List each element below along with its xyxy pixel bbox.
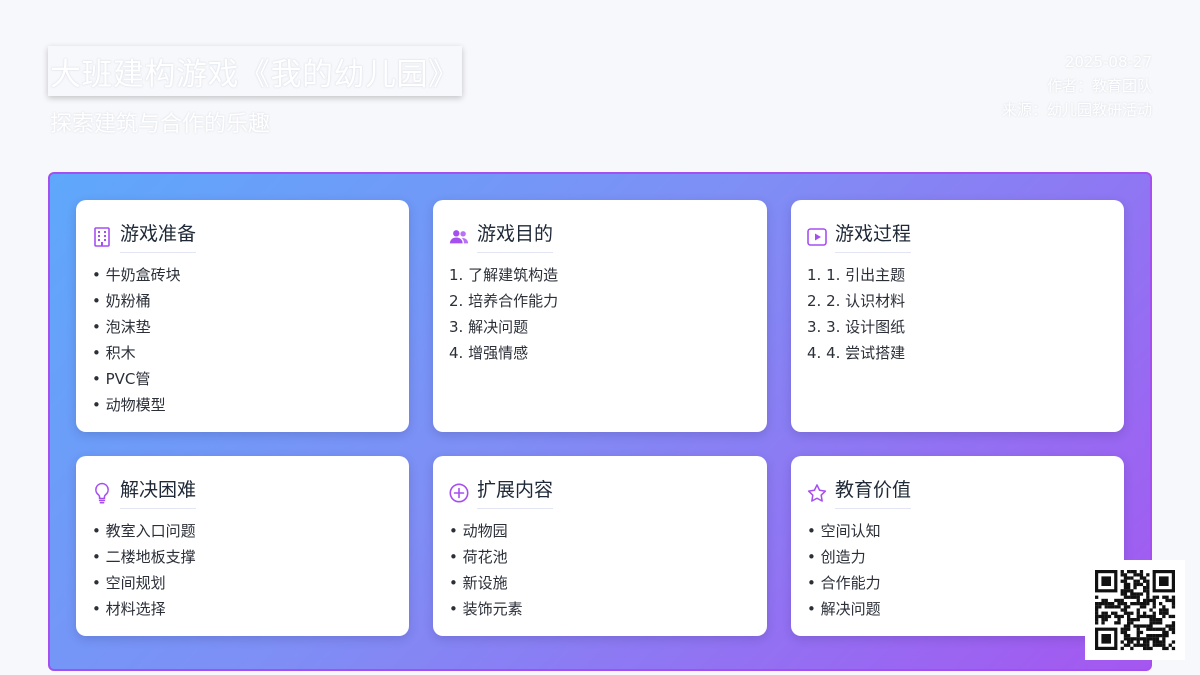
meta-author: 作者：教育团队 xyxy=(1046,77,1152,95)
card-extensions: 扩展内容 • 动物园 • 荷花池 • 新设施 • 装饰元素 xyxy=(433,456,767,636)
item-list: • 动物园 • 荷花池 • 新设施 • 装饰元素 xyxy=(449,518,751,622)
item-list: • 牛奶盒砖块 • 奶粉桶 • 泡沫垫 • 积木 • PVC管 • 动物模型 xyxy=(92,262,393,418)
card-value: 教育价值 • 空间认知 • 创造力 • 合作能力 • 解决问题 xyxy=(791,456,1124,636)
meta-source: 来源：幼儿园教研活动 xyxy=(1001,101,1152,119)
list-item: 3. 解决问题 xyxy=(449,318,529,336)
building-icon xyxy=(92,227,112,247)
list-item: 3. 3. 设计图纸 xyxy=(807,318,906,336)
card-title: 扩展内容 xyxy=(477,475,554,509)
play-icon xyxy=(807,227,827,247)
list-item: 1. 了解建筑构造 xyxy=(449,266,559,284)
list-item: • 动物园 xyxy=(449,522,508,540)
item-list: 1. 了解建筑构造 2. 培养合作能力 3. 解决问题 4. 增强情感 xyxy=(449,262,751,366)
item-list: 1. 1. 引出主题 2. 2. 认识材料 3. 3. 设计图纸 4. 4. 尝… xyxy=(807,262,1108,366)
list-item: • 二楼地板支撑 xyxy=(92,548,196,566)
list-item: • 泡沫垫 xyxy=(92,318,151,336)
lightbulb-icon xyxy=(92,482,112,504)
list-item: • PVC管 xyxy=(92,370,151,388)
list-item: 4. 增强情感 xyxy=(449,344,529,362)
list-item: • 创造力 xyxy=(807,548,866,566)
list-item: • 动物模型 xyxy=(92,396,166,414)
users-icon xyxy=(449,227,469,247)
item-list: • 教室入口问题 • 二楼地板支撑 • 空间规划 • 材料选择 xyxy=(92,518,393,622)
list-item: • 新设施 xyxy=(449,574,508,592)
card-title: 游戏过程 xyxy=(835,219,912,253)
list-item: • 积木 xyxy=(92,344,136,362)
slide: 大班建构游戏《我的幼儿园》 探索建筑与合作的乐趣 2025-08-27 作者：教… xyxy=(0,0,1200,675)
page-title: 大班建构游戏《我的幼儿园》 xyxy=(50,56,460,93)
list-item: 4. 4. 尝试搭建 xyxy=(807,344,906,362)
card-title: 教育价值 xyxy=(835,475,912,509)
list-item: • 装饰元素 xyxy=(449,600,523,618)
list-item: • 解决问题 xyxy=(807,600,881,618)
list-item: • 荷花池 xyxy=(449,548,508,566)
list-item: 1. 1. 引出主题 xyxy=(807,266,906,284)
list-item: 2. 培养合作能力 xyxy=(449,292,559,310)
list-item: 2. 2. 认识材料 xyxy=(807,292,906,310)
card-title: 游戏目的 xyxy=(477,219,554,253)
title-box: 大班建构游戏《我的幼儿园》 xyxy=(48,46,462,96)
qr-code-image xyxy=(1095,570,1176,651)
item-list: • 空间认知 • 创造力 • 合作能力 • 解决问题 xyxy=(807,518,1108,622)
qr-code[interactable] xyxy=(1085,560,1185,660)
list-item: • 材料选择 xyxy=(92,600,166,618)
star-icon xyxy=(807,483,827,503)
list-item: • 教室入口问题 xyxy=(92,522,196,540)
card-title: 解决困难 xyxy=(120,475,197,509)
list-item: • 空间规划 xyxy=(92,574,166,592)
card-goals: 游戏目的 1. 了解建筑构造 2. 培养合作能力 3. 解决问题 4. 增强情感 xyxy=(433,200,767,432)
list-item: • 奶粉桶 xyxy=(92,292,151,310)
list-item: • 牛奶盒砖块 xyxy=(92,266,181,284)
card-preparation: 游戏准备 • 牛奶盒砖块 • 奶粉桶 • 泡沫垫 • 积木 • PVC管 • 动… xyxy=(76,200,409,432)
card-process: 游戏过程 1. 1. 引出主题 2. 2. 认识材料 3. 3. 设计图纸 4.… xyxy=(791,200,1124,432)
list-item: • 空间认知 xyxy=(807,522,881,540)
page-subtitle: 探索建筑与合作的乐趣 xyxy=(50,112,271,137)
card-title: 游戏准备 xyxy=(120,219,197,253)
meta-info: 2025-08-27 作者：教育团队 来源：幼儿园教研活动 xyxy=(1002,50,1152,122)
list-item: • 合作能力 xyxy=(807,574,881,592)
plus-circle-icon xyxy=(449,483,469,503)
meta-date: 2025-08-27 xyxy=(1064,53,1152,71)
content-panel: 游戏准备 • 牛奶盒砖块 • 奶粉桶 • 泡沫垫 • 积木 • PVC管 • 动… xyxy=(48,172,1152,671)
card-difficulties: 解决困难 • 教室入口问题 • 二楼地板支撑 • 空间规划 • 材料选择 xyxy=(76,456,409,636)
